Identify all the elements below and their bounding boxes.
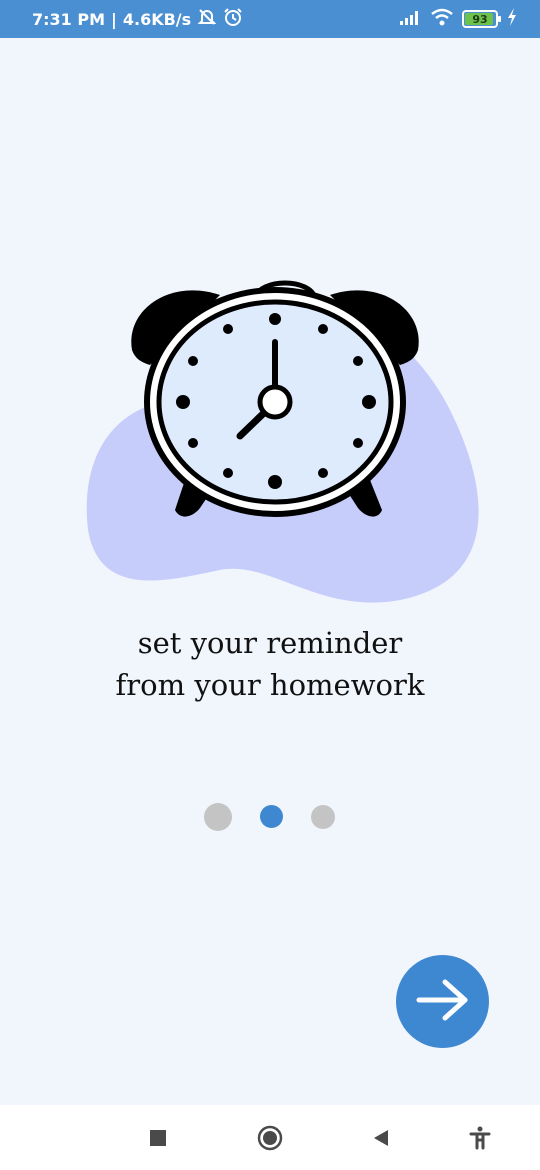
back-triangle-icon[interactable] <box>366 1123 396 1153</box>
network-speed: 4.6KB/s <box>122 9 192 29</box>
accessibility-icon[interactable] <box>465 1123 495 1153</box>
next-button[interactable] <box>396 955 489 1048</box>
status-separator: | <box>111 9 117 29</box>
battery-level: 93 <box>472 12 488 26</box>
status-time: 7:31 PM <box>32 9 106 29</box>
home-circle-icon[interactable] <box>255 1123 285 1153</box>
caption-line-1: set your reminder <box>137 626 403 660</box>
arrow-right-icon <box>415 978 471 1025</box>
battery-icon: 93 <box>462 10 501 28</box>
muted-alarm-icon <box>197 7 217 31</box>
page-dot-3[interactable] <box>311 805 335 829</box>
page-dot-1[interactable] <box>204 803 232 831</box>
system-nav-bar <box>0 1105 540 1170</box>
alarm-icon <box>223 7 243 31</box>
recents-square-icon[interactable] <box>143 1123 173 1153</box>
status-left: 7:31 PM | 4.6KB/s <box>32 7 243 31</box>
wifi-icon <box>430 8 454 30</box>
onboarding-caption: set your reminder from your homework <box>0 622 540 706</box>
status-bar: 7:31 PM | 4.6KB/s 93 <box>0 0 540 38</box>
alarm-clock-illustration <box>80 270 490 615</box>
caption-line-2: from your homework <box>115 668 425 702</box>
page-indicator <box>0 802 540 832</box>
signal-icon <box>400 9 422 29</box>
page-dot-2-active[interactable] <box>260 805 283 828</box>
charging-icon <box>506 8 518 30</box>
status-right: 93 <box>400 8 518 30</box>
